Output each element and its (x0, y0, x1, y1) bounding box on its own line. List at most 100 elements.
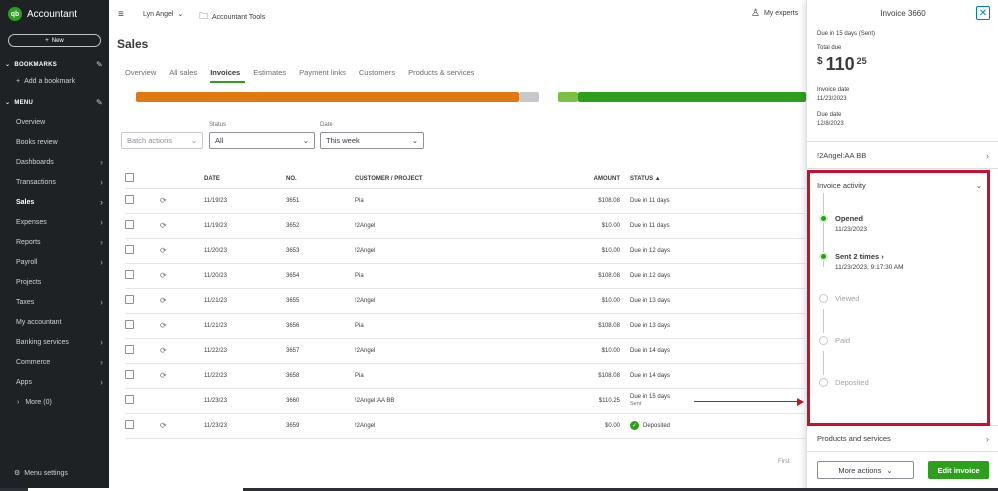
sidebar-item-taxes[interactable]: Taxes › (0, 292, 109, 312)
row-checkbox[interactable] (125, 345, 134, 354)
row-date: 11/21/23 (204, 313, 286, 339)
row-number: 3659 (286, 413, 355, 439)
hamburger-menu-icon[interactable]: ≡ (118, 9, 124, 20)
step-timestamp: 11/23/2023 (835, 226, 868, 233)
table-row[interactable]: ⟳ 11/19/23 3651 Pia $108.08 Due in 11 days (125, 188, 805, 214)
row-amount: $108.08 (532, 313, 630, 339)
overdue-bar[interactable] (136, 92, 519, 102)
row-checkbox[interactable] (125, 370, 134, 379)
sidebar-more[interactable]: › More (0) (0, 392, 109, 412)
menu-settings-link[interactable]: ⚙ Menu settings (14, 469, 68, 478)
accountant-tools-button[interactable]: 🗀 Accountant Tools (199, 9, 265, 25)
app-logo[interactable]: qb Accountant (0, 0, 109, 28)
batch-actions-dropdown[interactable]: Batch actions ⌄ (121, 132, 203, 149)
edit-invoice-button[interactable]: Edit invoice (928, 461, 989, 479)
sidebar-item-dashboards[interactable]: Dashboards › (0, 152, 109, 172)
row-checkbox[interactable] (125, 245, 134, 254)
date-column-header[interactable]: DATE (204, 170, 286, 189)
add-bookmark-link[interactable]: + Add a bookmark (0, 74, 109, 93)
tab-all-sales[interactable]: All sales (169, 68, 202, 83)
select-all-checkbox[interactable] (125, 173, 134, 183)
sidebar-item-projects[interactable]: Projects (0, 272, 109, 292)
sidebar-item-transactions[interactable]: Transactions › (0, 172, 109, 192)
due-status: Due in 15 days (Sent) (817, 31, 876, 37)
sidebar-item-reports[interactable]: Reports › (0, 232, 109, 252)
not-due-bar[interactable] (519, 92, 539, 102)
row-date: 11/19/23 (204, 213, 286, 239)
row-repeat-cell: ⟳ (160, 413, 204, 439)
sidebar-item-commerce[interactable]: Commerce › (0, 352, 109, 372)
not-deposited-bar[interactable] (558, 92, 578, 102)
status-filter-dropdown[interactable]: All ⌄ (209, 132, 315, 149)
close-panel-button[interactable]: ✕ (976, 6, 990, 20)
my-experts-button[interactable]: ♙ My experts (751, 8, 798, 19)
sidebar-item-apps[interactable]: Apps › (0, 372, 109, 392)
row-status: Due in 14 days (630, 347, 671, 354)
table-row[interactable]: ⟳ 11/22/23 3657 !2Angel $10.00 Due in 14 days (125, 338, 805, 364)
row-checkbox[interactable] (125, 220, 134, 229)
invoices-table: DATE NO. CUSTOMER / PROJECT AMOUNT STATU… (125, 170, 805, 439)
customer-row[interactable]: !2Angel:AA BB › (817, 151, 989, 161)
tab-invoices[interactable]: Invoices (210, 68, 246, 83)
step-sent-2-times[interactable]: Sent 2 times › (835, 252, 884, 261)
row-repeat-cell: ⟳ (160, 338, 204, 364)
tab-customers[interactable]: Customers (359, 68, 400, 83)
edit-menu-pencil-icon[interactable]: ✎ (96, 98, 103, 107)
new-button[interactable]: + New (8, 34, 101, 47)
tab-estimates[interactable]: Estimates (253, 68, 291, 83)
row-date: 11/23/23 (204, 388, 286, 414)
table-row[interactable]: ⟳ 11/20/23 3653 !2Angel $10.00 Due in 12 days (125, 238, 805, 264)
tab-overview[interactable]: Overview (125, 68, 161, 83)
row-status-cell: Due in 11 days (630, 213, 805, 239)
table-row[interactable]: ⟳ 11/21/23 3655 !2Angel $10.00 Due in 13 days (125, 288, 805, 314)
row-checkbox[interactable] (125, 320, 134, 329)
status-column-header[interactable]: STATUS ▲ (630, 170, 805, 189)
row-checkbox[interactable] (125, 295, 134, 304)
row-checkbox[interactable] (125, 420, 134, 429)
sidebar-item-label: Sales (16, 198, 35, 206)
table-row[interactable]: ⟳ 11/22/23 3658 Pia $108.08 Due in 14 days (125, 363, 805, 389)
row-number: 3652 (286, 213, 355, 239)
step-complete-icon (819, 214, 828, 223)
products-services-row[interactable]: Products and services › (817, 434, 989, 444)
invoice-activity-header[interactable]: Invoice activity ⌄ (817, 181, 982, 190)
row-number: 3658 (286, 363, 355, 389)
amount-column-header[interactable]: AMOUNT (532, 170, 630, 189)
bookmarks-section-header[interactable]: ⌄ BOOKMARKS ✎ (0, 55, 109, 74)
row-status: Due in 13 days (630, 322, 671, 329)
sidebar-item-payroll[interactable]: Payroll › (0, 252, 109, 272)
sidebar-item-banking-services[interactable]: Banking services › (0, 332, 109, 352)
row-number: 3654 (286, 263, 355, 289)
recurring-icon: ⟳ (160, 346, 167, 355)
table-row[interactable]: ⟳ 11/23/23 3659 !2Angel $0.00 ✓ Deposited (125, 413, 805, 439)
number-column-header[interactable]: NO. (286, 170, 355, 189)
edit-bookmarks-pencil-icon[interactable]: ✎ (96, 60, 103, 69)
tab-payment-links[interactable]: Payment links (299, 68, 351, 83)
company-switcher[interactable]: Lyn Angel ⌄ (143, 10, 183, 19)
more-actions-button[interactable]: More actions ⌄ (817, 461, 914, 479)
row-checkbox[interactable] (125, 270, 134, 279)
row-checkbox[interactable] (125, 195, 134, 204)
menu-section-header[interactable]: ⌄ MENU ✎ (0, 93, 109, 112)
app-name: Accountant (27, 8, 78, 20)
deposited-bar[interactable] (578, 92, 806, 102)
row-select-cell (125, 338, 160, 364)
customer-column-header[interactable]: CUSTOMER / PROJECT (355, 170, 532, 189)
row-select-cell (125, 213, 160, 239)
sidebar-item-expenses[interactable]: Expenses › (0, 212, 109, 232)
first-page-link[interactable]: First (778, 459, 790, 465)
status-filter-label: Status (209, 122, 227, 128)
table-row[interactable]: ⟳ 11/21/23 3656 Pia $108.08 Due in 13 days (125, 313, 805, 339)
table-row[interactable]: ⟳ 11/19/23 3652 !2Angel $10.00 Due in 11 days (125, 213, 805, 239)
table-row[interactable]: ⟳ 11/20/23 3654 Pia $108.08 Due in 12 days (125, 263, 805, 289)
sidebar-item-sales[interactable]: Sales › (0, 192, 109, 212)
sidebar-item-books-review[interactable]: Books review (0, 132, 109, 152)
sidebar-item-my-accountant[interactable]: My accountant (0, 312, 109, 332)
row-checkbox[interactable] (125, 395, 134, 404)
row-select-cell (125, 238, 160, 264)
tab-products-services[interactable]: Products & services (408, 68, 479, 83)
date-filter-dropdown[interactable]: This week ⌄ (320, 132, 424, 149)
sidebar-item-overview[interactable]: Overview (0, 112, 109, 132)
row-status: Due in 12 days (630, 272, 671, 279)
total-due-label: Total due (817, 45, 842, 51)
